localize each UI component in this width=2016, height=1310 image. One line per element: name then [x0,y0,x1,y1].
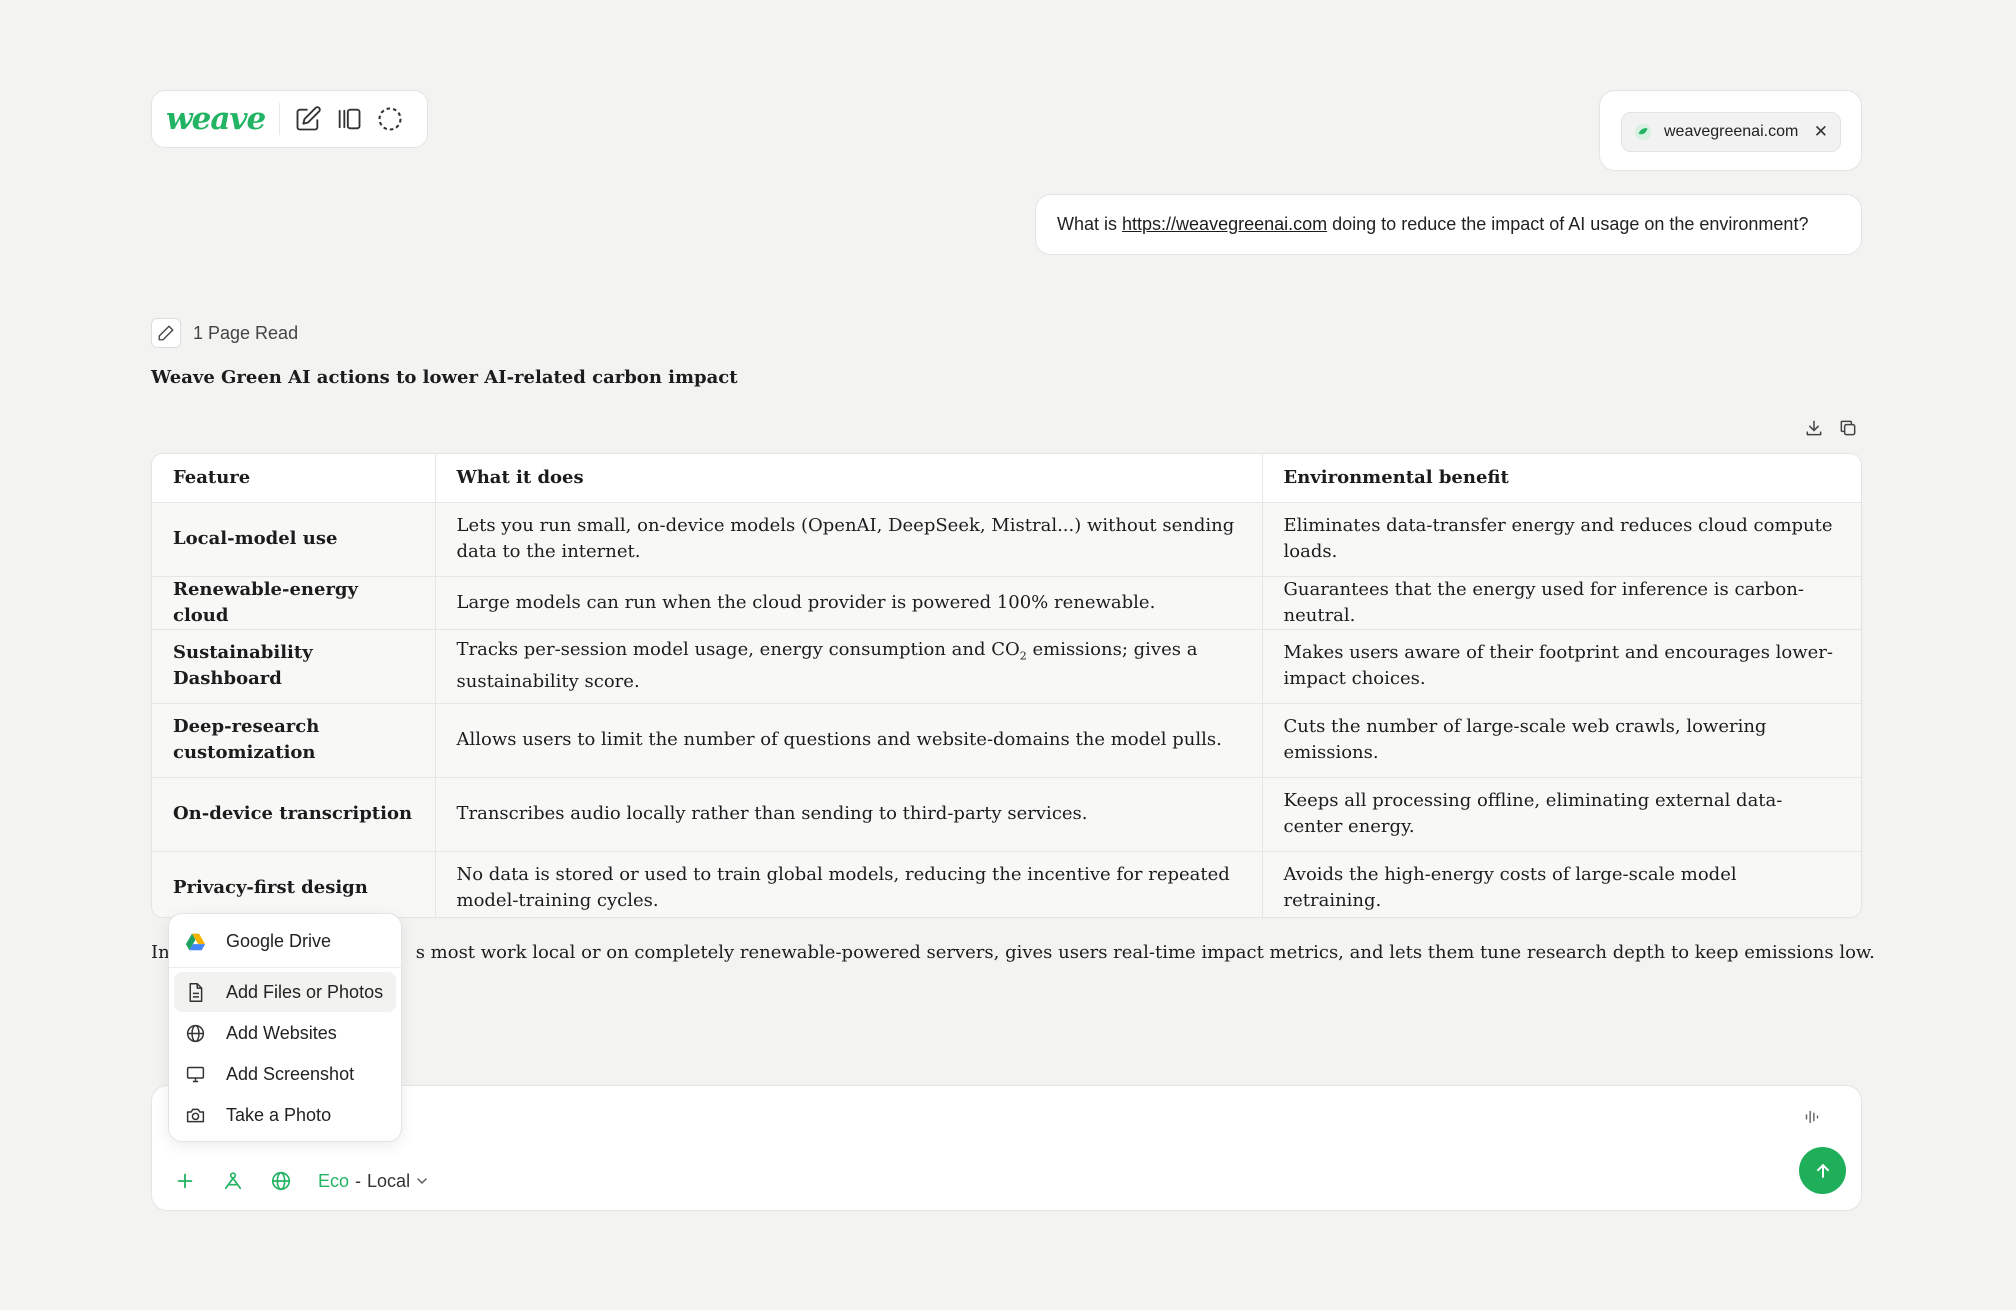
user-message-link[interactable]: https://weavegreenai.com [1122,214,1327,235]
feature-cell: Deep-research customization [152,703,436,778]
monitor-icon [186,1066,205,1082]
globe-icon [186,1024,205,1042]
table-row: Local-model use Lets you run small, on-d… [152,502,1861,577]
menu-item-label: Google Drive [226,930,332,951]
benefit-cell: Makes users aware of their footprint and… [1262,629,1861,704]
menu-item-label: Add Websites [226,1022,337,1043]
does-cell: Large models can run when the cloud prov… [435,576,1263,630]
composer-toolbar: Eco - Local [174,1170,430,1192]
weave-logo[interactable]: weave [166,101,266,137]
download-icon[interactable] [1804,418,1824,438]
table-row: Privacy-first design No data is stored o… [152,851,1861,917]
menu-item-add-screenshot[interactable]: Add Screenshot [174,1054,396,1094]
summary-start: In [151,942,170,963]
google-drive-icon [185,933,206,950]
user-message: What is https://weavegreenai.com doing t… [1035,194,1862,255]
circle-selection-icon[interactable] [374,102,405,136]
close-icon[interactable]: ✕ [1814,122,1828,142]
table-row: Sustainability Dashboard Tracks per-sess… [152,629,1861,704]
menu-item-label: Take a Photo [226,1104,332,1125]
table-row: Renewable-energy cloud Large models can … [152,576,1861,630]
summary-visible: s most work local or on completely renew… [415,942,1875,963]
user-message-suffix: doing to reduce the impact of AI usage o… [1332,214,1809,234]
feature-cell: Renewable-energy cloud [152,576,436,630]
arrow-up-icon [1816,1163,1829,1178]
menu-divider [169,967,401,968]
menu-item-take-photo[interactable]: Take a Photo [174,1095,396,1135]
toolbar-divider [279,103,281,135]
does-cell: Transcribes audio locally rather than se… [435,777,1263,852]
does-cell: Lets you run small, on-device models (Op… [435,502,1263,577]
answer-title: Weave Green AI actions to lower AI-relat… [151,367,738,388]
globe-icon[interactable] [270,1170,292,1192]
table-row: On-device transcription Transcribes audi… [152,777,1861,852]
feature-cell: Sustainability Dashboard [152,629,436,704]
site-favicon-icon [1634,123,1652,141]
pages-read-label: 1 Page Read [193,322,299,343]
menu-item-add-websites[interactable]: Add Websites [174,1013,396,1053]
source-card: weavegreenai.com ✕ [1599,90,1862,171]
benefit-cell: Cuts the number of large-scale web crawl… [1262,703,1861,778]
benefit-cell: Avoids the high-energy costs of large-sc… [1262,851,1861,917]
mode-local-label: Local [367,1170,411,1191]
source-domain: weavegreenai.com [1664,123,1799,140]
mode-separator: - [355,1170,362,1191]
does-text-a: Tracks per-session model usage, energy c… [456,638,1020,660]
table-row: Deep-research customization Allows users… [152,703,1861,778]
table-actions [1804,418,1858,438]
features-table: Feature What it does Environmental benef… [151,453,1862,918]
feature-cell: Local-model use [152,502,436,577]
does-cell: No data is stored or used to train globa… [435,851,1263,917]
send-button[interactable] [1799,1147,1846,1194]
pencil-icon [151,318,181,348]
file-icon [189,982,203,1002]
pages-read[interactable]: 1 Page Read [151,318,298,348]
camera-icon [186,1108,205,1122]
benefit-cell: Eliminates data-transfer energy and redu… [1262,502,1861,577]
co2-subscript: 2 [1019,649,1027,663]
does-cell: Tracks per-session model usage, energy c… [435,629,1263,704]
does-cell: Allows users to limit the number of ques… [435,703,1263,778]
feature-cell: Privacy-first design [152,851,436,917]
mode-eco-label: Eco [318,1170,350,1191]
menu-item-google-drive[interactable]: Google Drive [174,920,396,962]
voice-waveform-icon[interactable] [1801,1106,1823,1128]
chevron-down-icon [417,1178,427,1184]
top-toolbar: weave [151,90,428,148]
mode-selector[interactable]: Eco - Local [318,1171,430,1192]
benefit-cell: Keeps all processing offline, eliminatin… [1262,777,1861,852]
new-chat-icon[interactable] [292,102,323,136]
plus-icon[interactable] [174,1170,196,1192]
copy-icon[interactable] [1838,418,1858,438]
menu-item-add-files[interactable]: Add Files or Photos [174,972,396,1012]
header-what-it-does: What it does [435,454,1263,503]
answer-summary: In s most work local or on completely ren… [151,942,1875,963]
benefit-cell: Guarantees that the energy used for infe… [1262,576,1861,630]
user-message-prefix: What is [1057,214,1118,234]
header-feature: Feature [152,454,436,503]
table-header-row: Feature What it does Environmental benef… [152,454,1861,503]
attachment-menu: Google Drive Add Files or Photos Add Web… [168,913,402,1142]
composer[interactable]: Eco - Local [151,1085,1862,1211]
model-settings-icon[interactable] [222,1170,244,1192]
menu-item-label: Add Files or Photos [226,981,384,1002]
feature-cell: On-device transcription [152,777,436,852]
header-environmental-benefit: Environmental benefit [1262,454,1861,503]
sidebar-toggle-icon[interactable] [333,102,364,136]
source-chip[interactable]: weavegreenai.com ✕ [1621,112,1841,152]
menu-item-label: Add Screenshot [226,1063,355,1084]
